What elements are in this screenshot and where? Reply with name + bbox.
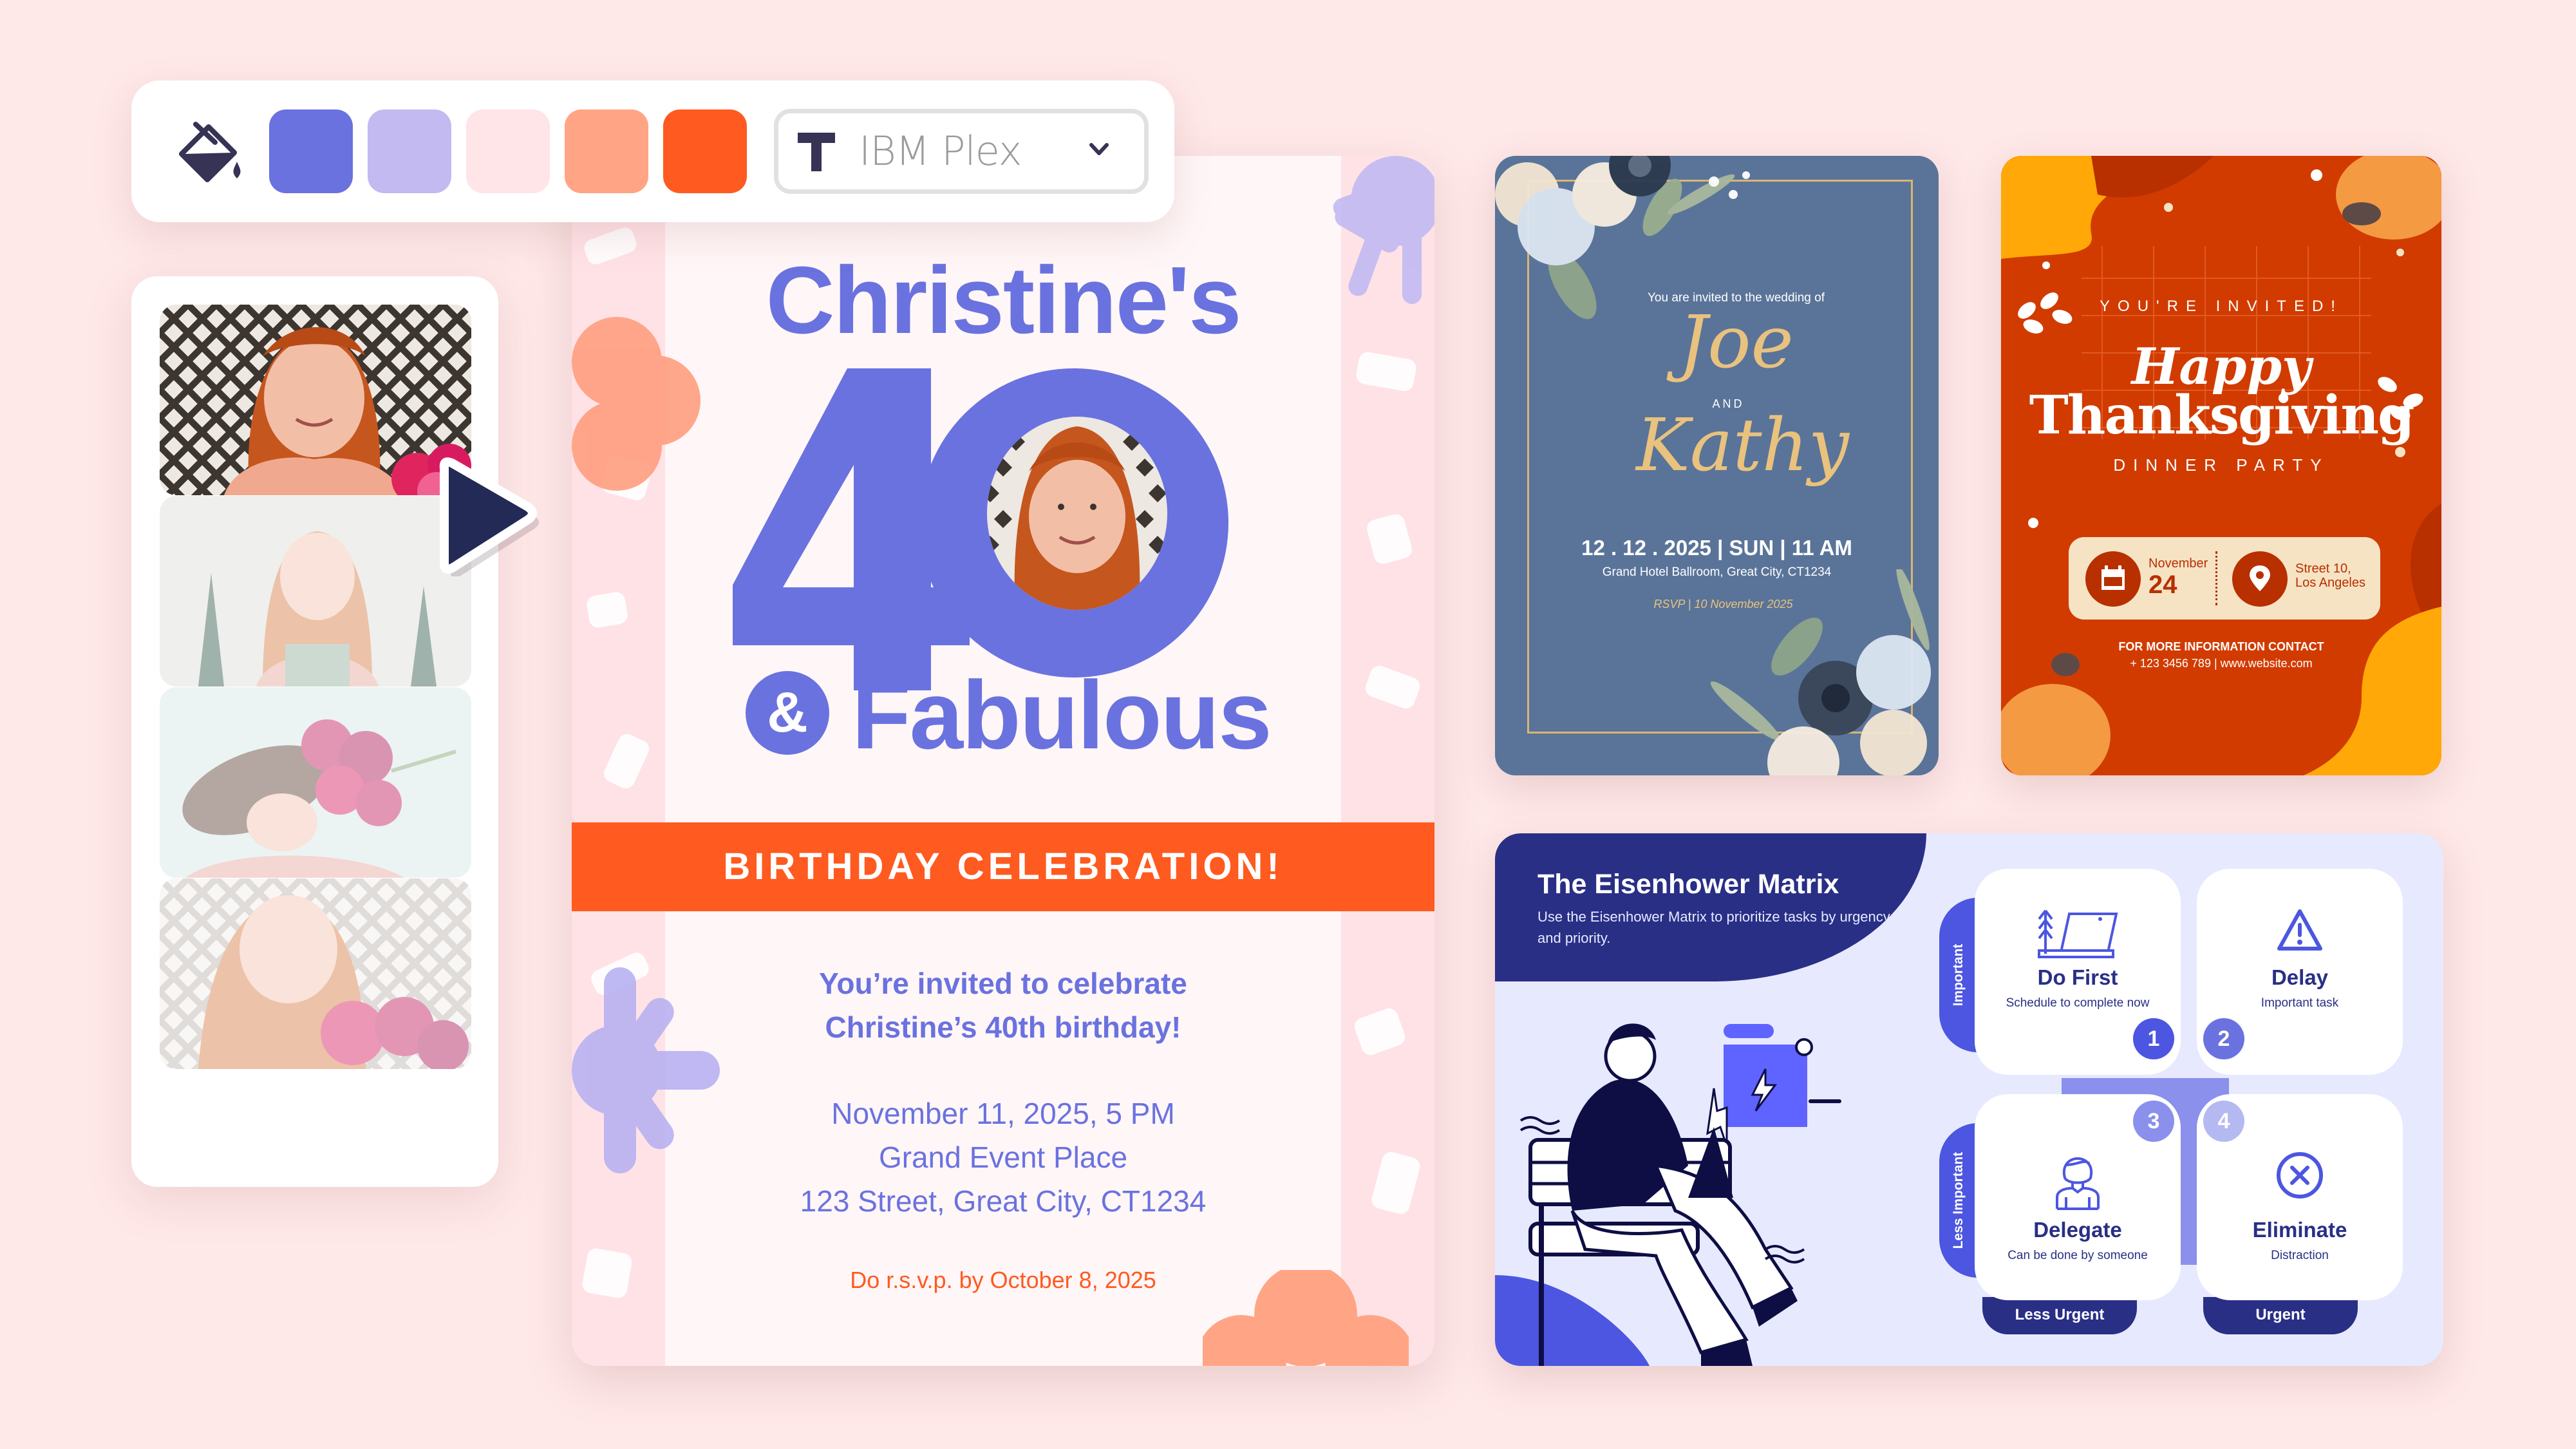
quadrant-desc: Can be done by someone bbox=[2007, 1249, 2148, 1262]
thanks-title: Thanksgiving bbox=[2029, 384, 2415, 446]
axis-important-text: Important bbox=[1951, 943, 1966, 1007]
axis-label-less-important: Less Important bbox=[1939, 1123, 1978, 1278]
quadrant-title: Delegate bbox=[2033, 1218, 2122, 1242]
bride-name: Kathy bbox=[1636, 404, 1849, 488]
design-toolbar: IBM Plex bbox=[131, 80, 1174, 222]
quadrant-number: 1 bbox=[2133, 1018, 2174, 1059]
quadrant-delay[interactable]: Delay Important task 2 bbox=[2197, 869, 2403, 1075]
matrix-subtitle: Use the Eisenhower Matrix to prioritize … bbox=[1537, 909, 1890, 946]
close-circle-icon bbox=[2277, 1152, 2323, 1198]
divider bbox=[2215, 551, 2217, 605]
thanks-invited: YOU'RE INVITED! bbox=[2100, 298, 2343, 315]
birthday-invitation-card[interactable]: Christine's & Fabulous BIRTHDAY CELEBRAT… bbox=[572, 156, 1434, 1366]
quadrant-do-first[interactable]: Do First Schedule to complete now 1 bbox=[1975, 869, 2181, 1075]
matrix-title: The Eisenhower Matrix bbox=[1537, 869, 1839, 900]
axis-label-less-urgent: Less Urgent bbox=[1982, 1297, 2137, 1334]
wedding-venue: Grand Hotel Ballroom, Great City, CT1234 bbox=[1602, 565, 1832, 579]
event-info-box: November 24 Street 10, Los Angeles bbox=[2069, 537, 2380, 620]
warning-triangle-icon bbox=[2277, 909, 2322, 951]
color-swatch-peach[interactable] bbox=[565, 109, 648, 193]
event-address: 123 Street, Great City, CT1234 bbox=[800, 1184, 1207, 1218]
wedding-rsvp: RSVP | 10 November 2025 bbox=[1653, 598, 1793, 611]
quadrant-desc: Distraction bbox=[2271, 1249, 2329, 1262]
person-icon bbox=[2056, 1157, 2100, 1210]
wedding-invitation-card[interactable]: You are invited to the wedding of Joe AN… bbox=[1495, 156, 1939, 775]
play-pointer-icon bbox=[431, 454, 541, 578]
laptop-tree-icon bbox=[2038, 909, 2118, 958]
calendar-icon bbox=[2085, 551, 2141, 607]
font-family-dropdown[interactable]: IBM Plex bbox=[774, 109, 1149, 194]
quadrant-number: 2 bbox=[2203, 1018, 2244, 1059]
color-swatch-orange[interactable] bbox=[663, 109, 747, 193]
person-on-bench-illustration bbox=[1495, 1023, 1841, 1366]
photo-image bbox=[160, 687, 471, 878]
axis-label-important: Important bbox=[1939, 898, 1978, 1052]
thanks-subtitle: DINNER PARTY bbox=[2113, 455, 2329, 475]
photo-thumbnail-3[interactable] bbox=[160, 687, 471, 878]
event-day: 24 bbox=[2148, 571, 2177, 599]
fabulous-text: Fabulous bbox=[852, 661, 1272, 769]
thanksgiving-invitation-card[interactable]: YOU'RE INVITED! Happy Thanksgiving DINNE… bbox=[2001, 156, 2441, 775]
rsvp-note: Do r.s.v.p. by October 8, 2025 bbox=[850, 1267, 1156, 1293]
groom-name: Joe bbox=[1678, 301, 1794, 384]
ampersand-badge: & bbox=[746, 671, 829, 755]
invite-line-2: Christine’s 40th birthday! bbox=[825, 1010, 1181, 1044]
photo-strip-panel bbox=[131, 276, 498, 1187]
photo-thumbnail-1[interactable] bbox=[160, 305, 471, 495]
quadrant-title: Eliminate bbox=[2252, 1218, 2347, 1242]
photo-thumbnail-4[interactable] bbox=[160, 878, 471, 1069]
chevron-down-icon[interactable] bbox=[1089, 142, 1109, 156]
axis-less-important-text: Less Important bbox=[1951, 1151, 1966, 1249]
location-pin-icon bbox=[2232, 551, 2288, 607]
font-name-value: IBM Plex bbox=[859, 128, 1022, 175]
eisenhower-matrix-card[interactable]: The Eisenhower Matrix Use the Eisenhower… bbox=[1495, 833, 2443, 1366]
quadrant-desc: Schedule to complete now bbox=[2006, 996, 2150, 1010]
event-venue: Grand Event Place bbox=[878, 1141, 1128, 1174]
quadrant-delegate[interactable]: Delegate Can be done by someone 3 bbox=[1975, 1094, 2181, 1300]
photo-thumbnail-2[interactable] bbox=[160, 496, 471, 687]
text-t-icon bbox=[798, 133, 835, 171]
quadrant-number: 4 bbox=[2203, 1101, 2244, 1142]
color-swatch-periwinkle[interactable] bbox=[269, 109, 353, 193]
quadrant-number: 3 bbox=[2133, 1101, 2174, 1142]
photo-image bbox=[160, 878, 471, 1069]
location-line-1: Street 10, bbox=[2295, 562, 2351, 576]
event-month: November bbox=[2148, 556, 2208, 571]
event-date: November 11, 2025, 5 PM bbox=[831, 1097, 1175, 1130]
birthday-banner: BIRTHDAY CELEBRATION! bbox=[572, 822, 1434, 911]
location-line-2: Los Angeles bbox=[2295, 576, 2365, 590]
quadrant-title: Delay bbox=[2271, 965, 2329, 989]
quadrant-eliminate[interactable]: Eliminate Distraction 4 bbox=[2197, 1094, 2403, 1300]
axis-label-urgent: Urgent bbox=[2203, 1297, 2358, 1334]
photo-image bbox=[160, 496, 471, 687]
fabulous-heading: & Fabulous bbox=[746, 661, 1274, 769]
color-swatch-blush[interactable] bbox=[466, 109, 550, 193]
wedding-date: 12 . 12 . 2025 | SUN | 11 AM bbox=[1581, 536, 1852, 560]
quadrant-desc: Important task bbox=[2261, 996, 2339, 1010]
contact-label: FOR MORE INFORMATION CONTACT bbox=[2118, 640, 2324, 653]
paint-bucket-icon[interactable] bbox=[170, 113, 247, 190]
forty-number-graphic bbox=[733, 368, 1228, 690]
invite-line-1: You’re invited to celebrate bbox=[819, 967, 1187, 1000]
photo-image bbox=[160, 305, 471, 495]
color-swatch-lavender[interactable] bbox=[368, 109, 451, 193]
contact-details: + 123 3456 789 | www.website.com bbox=[2130, 657, 2313, 670]
quadrant-title: Do First bbox=[2037, 965, 2118, 989]
birthday-title: Christine's bbox=[766, 247, 1242, 354]
